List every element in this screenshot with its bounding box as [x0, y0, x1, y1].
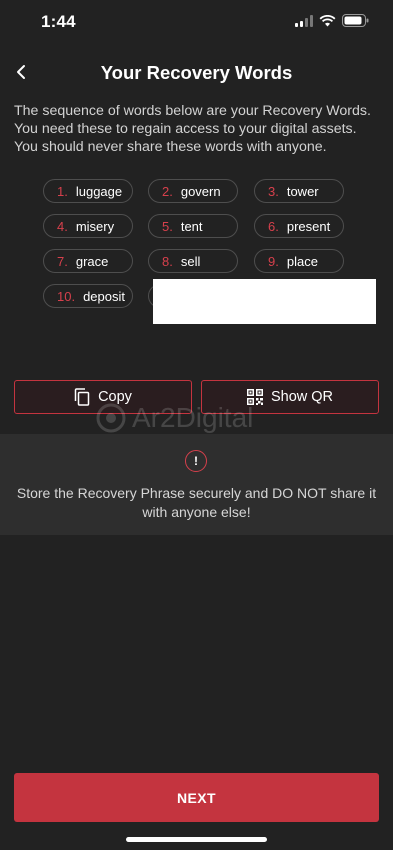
word-text: tent — [180, 218, 203, 234]
header: Your Recovery Words — [0, 52, 393, 92]
warning-panel: ! Store the Recovery Phrase securely and… — [0, 434, 393, 535]
status-bar: 1:44 — [0, 0, 393, 46]
wifi-icon — [319, 14, 336, 27]
word-number: 6. — [268, 218, 279, 234]
cellular-signal-icon — [295, 14, 313, 27]
copy-icon — [74, 388, 90, 406]
word-text: sell — [180, 253, 201, 269]
recovery-word-chip: 1. luggage — [43, 179, 133, 203]
description-text: The sequence of words below are your Rec… — [14, 103, 371, 155]
recovery-word-chip: 3. tower — [254, 179, 344, 203]
show-qr-label: Show QR — [270, 389, 334, 405]
copy-button[interactable]: Copy — [14, 380, 192, 414]
recovery-word-chip: 2. govern — [148, 179, 238, 203]
word-number: 5. — [162, 218, 173, 234]
word-text: govern — [180, 183, 221, 199]
word-number: 7. — [57, 253, 68, 269]
word-number: 10. — [57, 288, 76, 304]
word-text: luggage — [75, 183, 123, 199]
word-text: misery — [75, 218, 115, 234]
recovery-word-chip: 5. tent — [148, 214, 238, 238]
word-number: 4. — [57, 218, 68, 234]
recovery-word-chip: 10. deposit — [43, 284, 133, 308]
copy-label: Copy — [98, 389, 132, 405]
show-qr-button[interactable]: Show QR — [201, 380, 379, 414]
word-number: 8. — [162, 253, 173, 269]
alert-icon: ! — [185, 450, 207, 472]
word-text: grace — [75, 253, 109, 269]
word-text: place — [286, 253, 318, 269]
battery-icon — [342, 14, 369, 27]
word-text: present — [286, 218, 331, 234]
recovery-word-chip: 8. sell — [148, 249, 238, 273]
word-text: deposit — [83, 288, 125, 304]
word-text: tower — [286, 183, 319, 199]
status-icons — [295, 14, 369, 27]
next-button[interactable]: NEXT — [14, 773, 379, 822]
word-number: 1. — [57, 183, 68, 199]
word-number: 2. — [162, 183, 173, 199]
word-number: 9. — [268, 253, 279, 269]
qr-code-icon — [246, 389, 263, 405]
status-time: 1:44 — [41, 12, 76, 31]
page-title: Your Recovery Words — [100, 62, 293, 83]
redaction-box — [153, 279, 376, 324]
warning-text: Store the Recovery Phrase securely and D… — [16, 485, 377, 520]
word-number: 3. — [268, 183, 279, 199]
recovery-word-chip: 6. present — [254, 214, 344, 238]
home-indicator — [126, 837, 267, 842]
recovery-word-chip: 7. grace — [43, 249, 133, 273]
recovery-word-chip: 9. place — [254, 249, 344, 273]
recovery-word-chip: 4. misery — [43, 214, 133, 238]
